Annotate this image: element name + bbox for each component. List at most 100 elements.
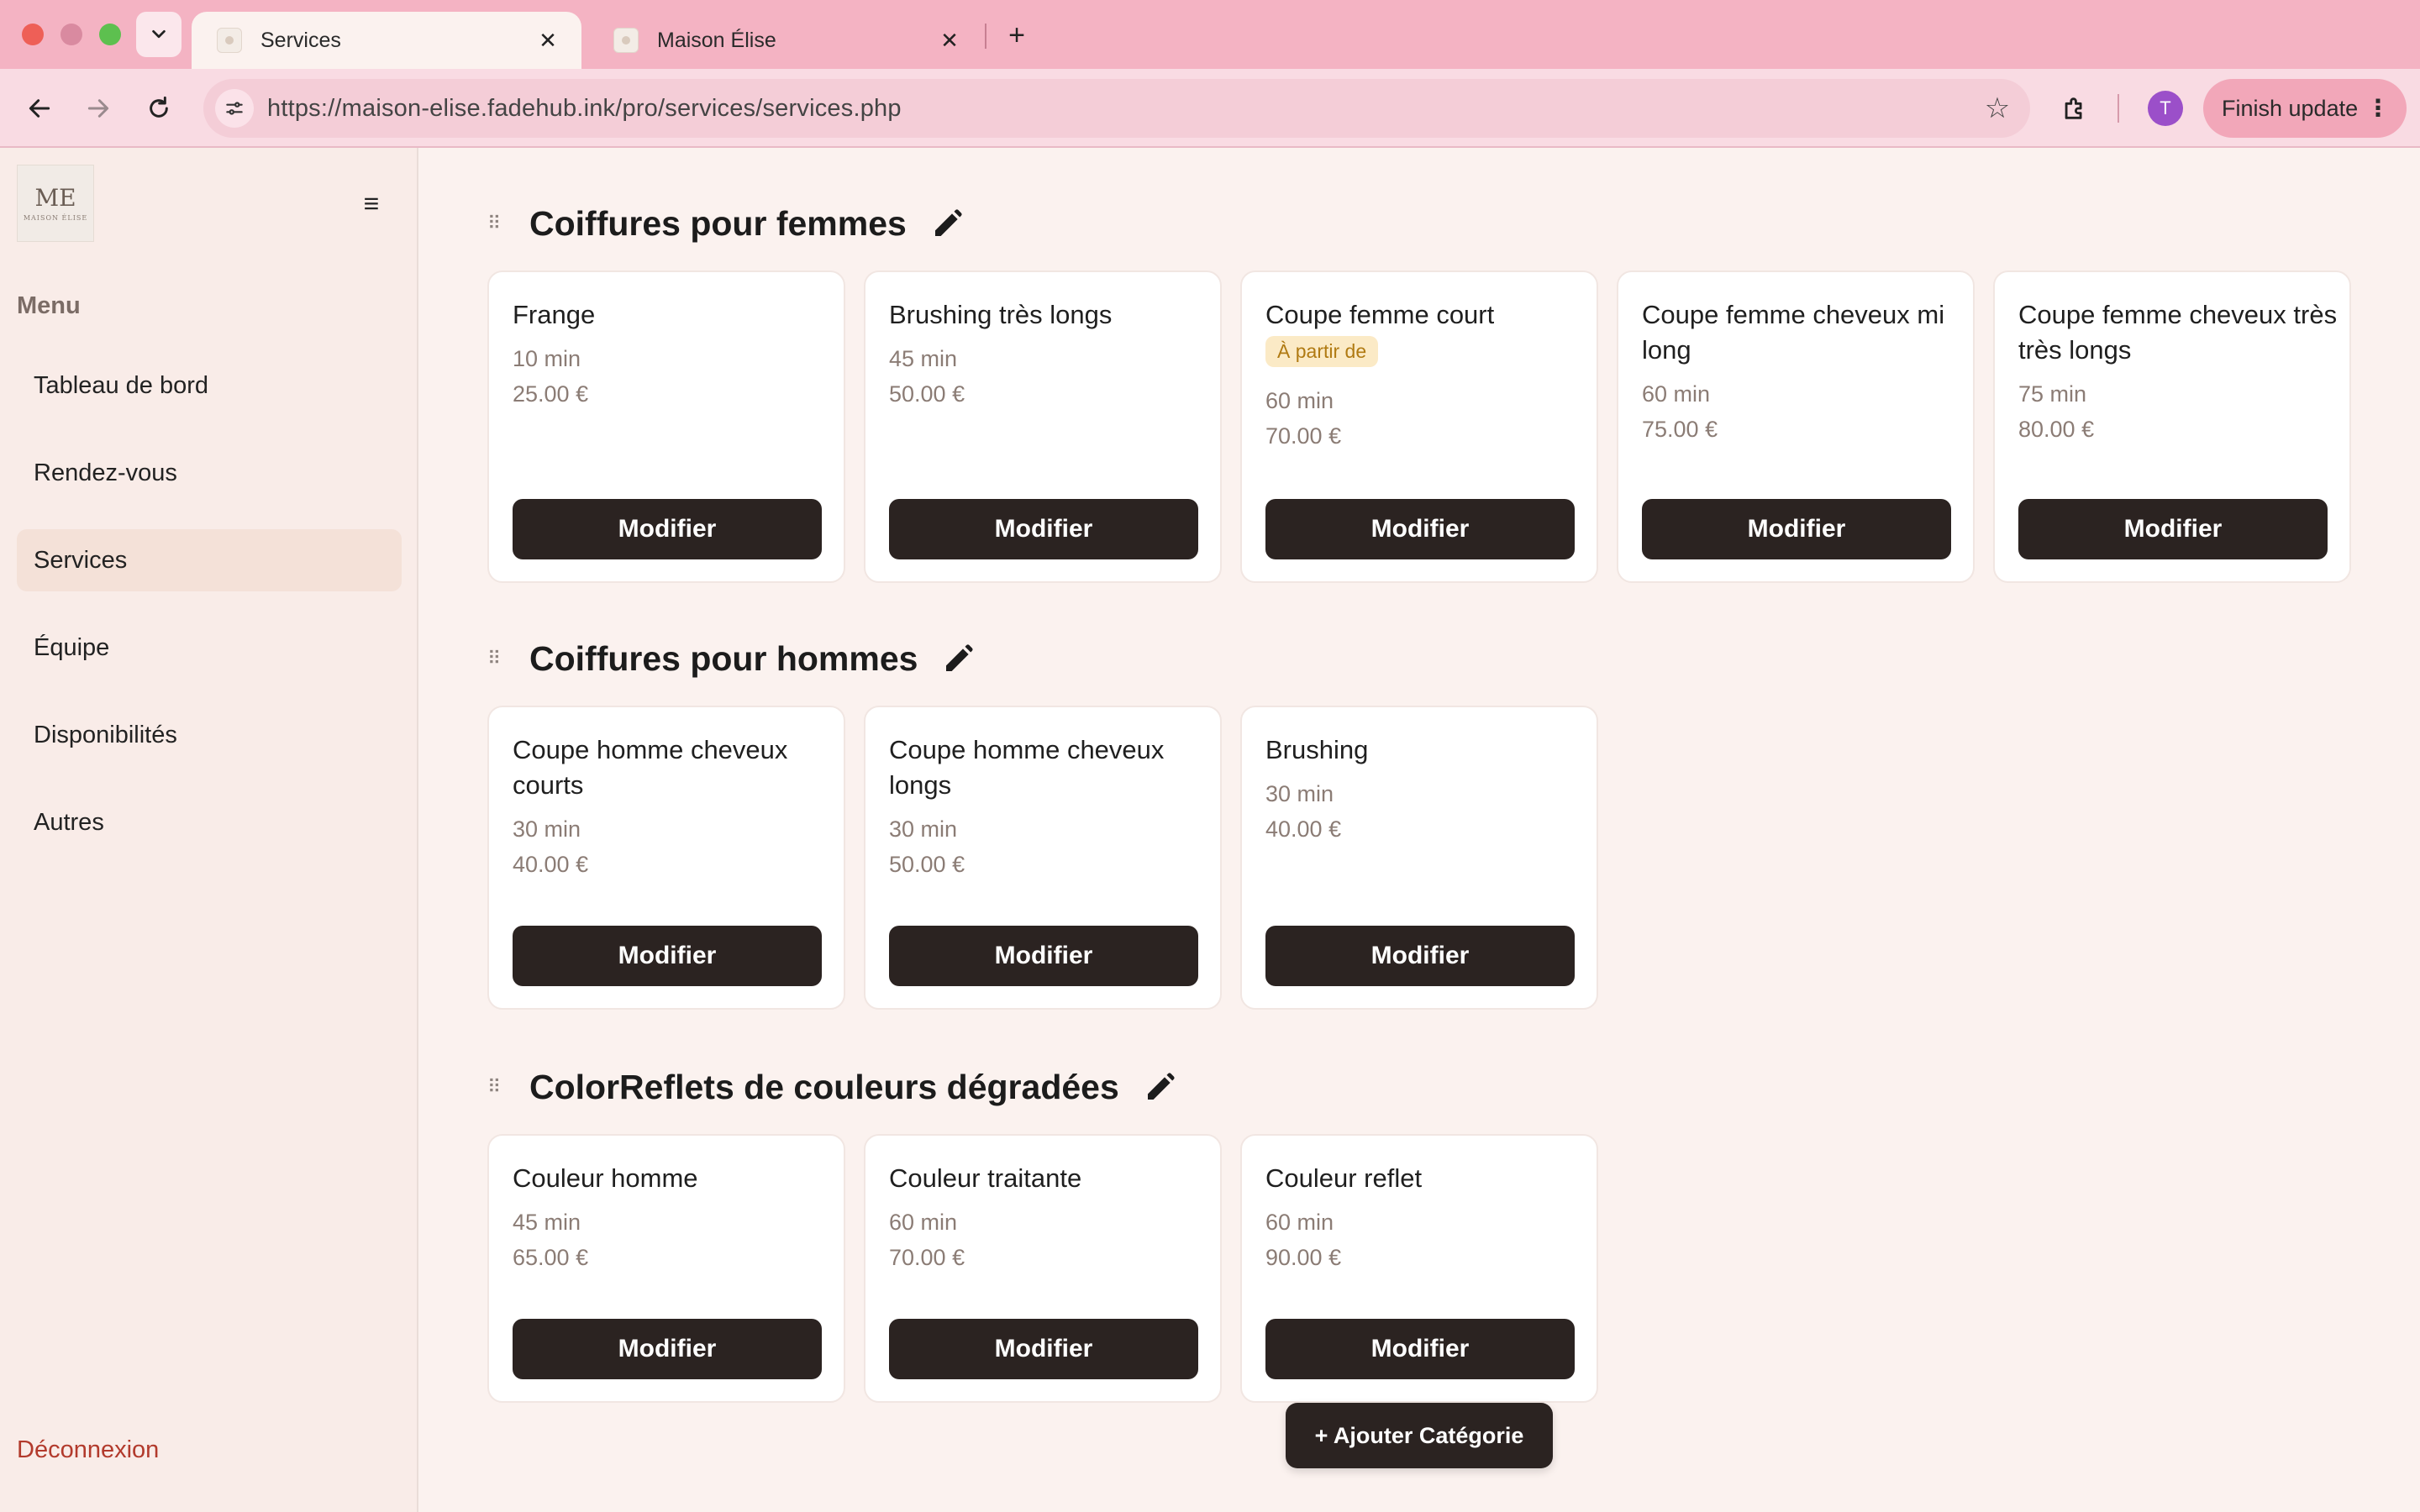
drag-handle-icon[interactable]: ⠿ bbox=[487, 213, 508, 234]
category-header: ⠿ ColorReflets de couleurs dégradées bbox=[487, 1062, 1178, 1112]
extensions-icon[interactable] bbox=[2054, 87, 2096, 129]
sidebar-item-rendez-vous[interactable]: Rendez-vous bbox=[17, 442, 402, 504]
service-card: Coupe homme cheveux longs 30 min 50.00 €… bbox=[864, 706, 1222, 1010]
site-info-icon[interactable] bbox=[215, 89, 254, 128]
sidebar-item-autres[interactable]: Autres bbox=[17, 791, 402, 853]
service-name: Coupe femme court bbox=[1265, 300, 1495, 329]
service-name: Coupe femme cheveux mi long bbox=[1642, 300, 1945, 365]
service-duration: 30 min bbox=[889, 816, 958, 842]
service-price: 40.00 € bbox=[1265, 816, 1342, 842]
logo-wordmark: MAISON ÉLISE bbox=[23, 213, 88, 222]
modify-button[interactable]: Modifier bbox=[513, 926, 822, 986]
tab-title: Maison Élise bbox=[657, 28, 776, 52]
edit-pencil-icon[interactable] bbox=[941, 641, 976, 676]
sidebar-item-equipe[interactable]: Équipe bbox=[17, 617, 402, 679]
modify-button[interactable]: Modifier bbox=[513, 1319, 822, 1379]
logout-link[interactable]: Déconnexion bbox=[17, 1436, 159, 1464]
service-name: Brushing très longs bbox=[889, 300, 1113, 329]
service-duration: 60 min bbox=[889, 1210, 958, 1235]
service-duration: 60 min bbox=[1265, 388, 1334, 413]
sidebar-item-label: Tableau de bord bbox=[34, 371, 208, 399]
chevron-down-icon bbox=[152, 29, 166, 39]
finish-update-label: Finish update bbox=[2222, 95, 2359, 121]
edit-pencil-icon[interactable] bbox=[1143, 1069, 1178, 1105]
url-text[interactable]: https://maison-elise.fadehub.ink/pro/ser… bbox=[267, 95, 1976, 123]
service-name: Coupe femme cheveux très très longs bbox=[2018, 300, 2338, 365]
sidebar-item-label: Services bbox=[34, 546, 128, 574]
logo-mark: ME bbox=[34, 183, 76, 212]
service-card: Coupe homme cheveux courts 30 min 40.00 … bbox=[487, 706, 845, 1010]
edit-pencil-icon[interactable] bbox=[930, 206, 965, 241]
add-category-button[interactable]: + Ajouter Catégorie bbox=[1286, 1403, 1553, 1468]
service-duration: 45 min bbox=[513, 1210, 581, 1235]
service-price: 40.00 € bbox=[513, 852, 589, 877]
service-name: Frange bbox=[513, 300, 596, 329]
service-card: Coupe femme cheveux très très longs 75 m… bbox=[1993, 270, 2351, 583]
maximize-window-button[interactable] bbox=[99, 24, 121, 45]
browser-tab-bar: Services ✕ Maison Élise ✕ + bbox=[0, 0, 2420, 69]
tab-services[interactable]: Services ✕ bbox=[192, 12, 581, 69]
tab-divider bbox=[985, 24, 986, 49]
reload-button[interactable] bbox=[138, 87, 180, 129]
arrow-right-icon bbox=[87, 99, 109, 118]
service-name: Brushing bbox=[1265, 735, 1369, 764]
service-name: Couleur traitante bbox=[889, 1163, 1082, 1193]
tab-title: Services bbox=[260, 28, 341, 52]
bookmark-star-icon[interactable]: ☆ bbox=[1976, 87, 2018, 129]
modify-button[interactable]: Modifier bbox=[1265, 499, 1575, 559]
address-bar[interactable]: https://maison-elise.fadehub.ink/pro/ser… bbox=[203, 79, 2030, 138]
modify-button[interactable]: Modifier bbox=[1642, 499, 1951, 559]
service-duration: 10 min bbox=[513, 346, 581, 371]
close-window-button[interactable] bbox=[22, 24, 44, 45]
reload-icon bbox=[150, 96, 168, 118]
sidebar-item-label: Disponibilités bbox=[34, 721, 177, 748]
sidebar: ME MAISON ÉLISE ≡ Menu Tableau de bord R… bbox=[0, 148, 418, 1512]
drag-handle-icon[interactable]: ⠿ bbox=[487, 648, 508, 669]
modify-button[interactable]: Modifier bbox=[889, 926, 1198, 986]
arrow-left-icon bbox=[29, 99, 50, 118]
service-price: 70.00 € bbox=[889, 1245, 965, 1270]
modify-button[interactable]: Modifier bbox=[889, 1319, 1198, 1379]
close-tab-icon[interactable]: ✕ bbox=[934, 25, 965, 55]
service-name: Coupe homme cheveux longs bbox=[889, 735, 1165, 800]
sidebar-item-label: Autres bbox=[34, 808, 104, 836]
service-duration: 45 min bbox=[889, 346, 958, 371]
back-button[interactable] bbox=[18, 87, 60, 129]
tab-search-button[interactable] bbox=[136, 12, 182, 57]
minimize-window-button[interactable] bbox=[60, 24, 82, 45]
more-menu-icon[interactable]: ⋮ bbox=[2366, 94, 2390, 123]
toolbar-divider bbox=[2118, 94, 2119, 123]
category-header: ⠿ Coiffures pour femmes bbox=[487, 198, 965, 249]
service-duration: 30 min bbox=[1265, 781, 1334, 806]
tab-maison-elise[interactable]: Maison Élise ✕ bbox=[588, 12, 983, 69]
category-title: Coiffures pour femmes bbox=[529, 203, 907, 243]
service-price: 65.00 € bbox=[513, 1245, 589, 1270]
service-card: Coupe femme cheveux mi long 60 min 75.00… bbox=[1617, 270, 1975, 583]
sidebar-item-disponibilites[interactable]: Disponibilités bbox=[17, 704, 402, 766]
modify-button[interactable]: Modifier bbox=[1265, 926, 1575, 986]
profile-avatar[interactable]: T bbox=[2148, 91, 2183, 126]
service-duration: 60 min bbox=[1265, 1210, 1334, 1235]
service-card: Brushing 30 min 40.00 € Modifier bbox=[1240, 706, 1598, 1010]
sidebar-item-label: Rendez-vous bbox=[34, 459, 177, 486]
brand-logo[interactable]: ME MAISON ÉLISE bbox=[17, 165, 94, 242]
sidebar-item-tableau-de-bord[interactable]: Tableau de bord bbox=[17, 354, 402, 417]
modify-button[interactable]: Modifier bbox=[513, 499, 822, 559]
service-price: 50.00 € bbox=[889, 852, 965, 877]
finish-update-button[interactable]: Finish update ⋮ bbox=[2203, 79, 2407, 138]
service-card: Coupe femme court À partir de 60 min 70.… bbox=[1240, 270, 1598, 583]
drag-handle-icon[interactable]: ⠿ bbox=[487, 1076, 508, 1098]
new-tab-button[interactable]: + bbox=[998, 17, 1035, 54]
modify-button[interactable]: Modifier bbox=[889, 499, 1198, 559]
modify-button[interactable]: Modifier bbox=[2018, 499, 2328, 559]
service-duration: 60 min bbox=[1642, 381, 1711, 407]
modify-button[interactable]: Modifier bbox=[1265, 1319, 1575, 1379]
service-duration: 30 min bbox=[513, 816, 581, 842]
sidebar-item-services[interactable]: Services bbox=[17, 529, 402, 591]
hamburger-menu-icon[interactable]: ≡ bbox=[356, 188, 387, 218]
close-tab-icon[interactable]: ✕ bbox=[533, 25, 563, 55]
service-duration: 75 min bbox=[2018, 381, 2087, 407]
service-price: 50.00 € bbox=[889, 381, 965, 407]
service-card: Couleur homme 45 min 65.00 € Modifier bbox=[487, 1134, 845, 1403]
forward-button[interactable] bbox=[77, 87, 119, 129]
